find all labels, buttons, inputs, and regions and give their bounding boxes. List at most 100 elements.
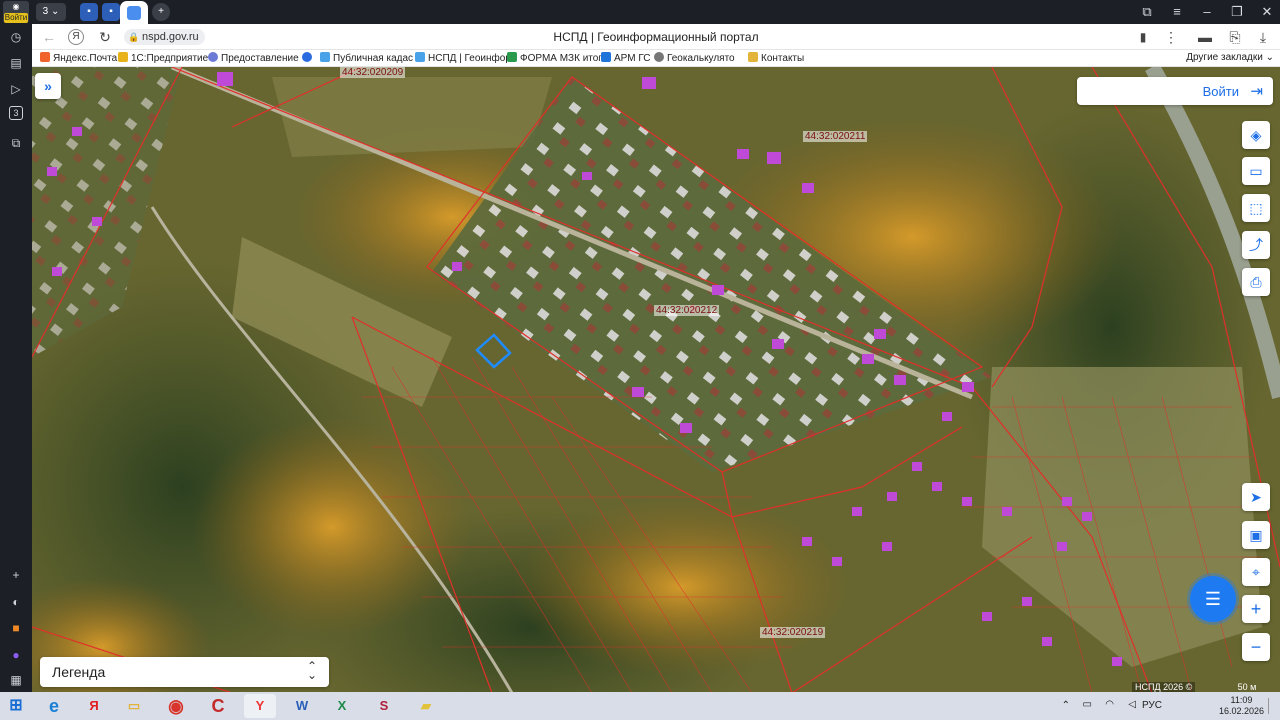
bookmark-item[interactable]: АРМ ГС (601, 52, 651, 65)
other-bookmarks-label: Другие закладки (1186, 52, 1263, 63)
profile-button[interactable]: ◉ Войти (3, 1, 29, 23)
keyboard-language[interactable]: РУС (1142, 700, 1162, 711)
tab-active-nspd[interactable] (120, 1, 148, 24)
select-area-icon[interactable]: ⬚ (1242, 194, 1270, 222)
excel-icon[interactable]: X (326, 694, 358, 718)
file-explorer-icon[interactable]: ▭ (118, 694, 150, 718)
cadastral-quarter-label[interactable]: 44:32:020209 (340, 67, 406, 78)
cadastral-quarter-label[interactable]: 44:32:020219 (760, 627, 826, 638)
contacts-icon (748, 52, 758, 62)
form-icon (507, 52, 517, 62)
profile-login-badge: Войти (4, 13, 28, 23)
chrome-icon[interactable]: ◉ (160, 694, 192, 718)
share-icon[interactable]: ⤴ (1242, 231, 1270, 259)
cadastral-quarter-label[interactable]: 44:32:020211 (803, 131, 868, 142)
add-panel-icon[interactable]: + (6, 565, 26, 585)
wifi-icon[interactable]: ◠ (1105, 699, 1114, 710)
tray-chevron-icon[interactable]: ⌃ (1062, 700, 1070, 711)
internet-explorer-icon[interactable]: e (38, 694, 70, 718)
bookmark-item[interactable]: Яндекс.Почта (40, 52, 117, 65)
cadastre-icon (320, 52, 330, 62)
more-icon[interactable]: ⋮ (1162, 28, 1180, 46)
bookmark-item[interactable]: НСПД | Геоинфор (415, 52, 511, 65)
notes-icon[interactable]: ▰ (410, 694, 442, 718)
browser-menu-icon[interactable]: ≡ (1166, 4, 1188, 19)
bookmark-item[interactable]: ФОРМА МЗК итог (507, 52, 602, 65)
bookmark-item[interactable] (302, 52, 315, 65)
reader-icon[interactable]: ⎘ (1226, 28, 1244, 46)
tab-list-icon[interactable]: ⧉ (1136, 4, 1158, 20)
panel-settings-icon[interactable]: ▦ (6, 670, 26, 690)
nspd-icon (415, 52, 425, 62)
geolocation-icon[interactable]: ➤ (1242, 483, 1270, 511)
zoom-in-button[interactable]: + (1242, 595, 1270, 623)
s-app-icon[interactable]: S (368, 694, 400, 718)
chat-icon[interactable]: ☰ (1190, 576, 1236, 622)
satellite-map-canvas[interactable] (32, 67, 1280, 693)
market-icon[interactable]: ■ (6, 618, 26, 638)
login-icon: ⇥ (1250, 83, 1263, 100)
yandex-browser-icon[interactable]: Y (244, 694, 276, 718)
bookmark-label: ФОРМА МЗК итог (520, 53, 602, 64)
tab-favicon-2[interactable]: ▪ (102, 3, 120, 21)
cadastral-quarter-label[interactable]: 44:32:020212 (654, 305, 720, 316)
assistant-icon[interactable]: ● (6, 645, 26, 665)
other-bookmarks-button[interactable]: Другие закладки ⌄ (1186, 52, 1274, 63)
nspd-favicon-icon (127, 6, 141, 20)
minimap-icon[interactable]: ▣ (1242, 521, 1270, 549)
ccleaner-icon[interactable]: C (202, 694, 234, 718)
map-viewport[interactable]: 44:32:020209 44:32:020211 44:32:020212 4… (32, 67, 1280, 693)
bookmark-label: Контакты (761, 53, 805, 64)
screenshot-icon[interactable]: ⧉ (6, 133, 26, 153)
tab-favicon-1[interactable]: ▪ (80, 3, 98, 21)
browser-side-rail: ◉ Войти ◷ ▤ ▷ 3 ⧉ + ◐ ■ ● ▦ (0, 0, 32, 692)
download-icon[interactable]: ⤓ (1254, 28, 1272, 46)
network-icon[interactable]: ▭ (1083, 699, 1092, 710)
alice-icon[interactable]: ◐ (6, 592, 26, 612)
search-location-icon[interactable]: ⌖ (1242, 558, 1270, 586)
bookmark-item[interactable]: Публичная кадас (320, 52, 413, 65)
restore-button[interactable]: ❐ (1226, 4, 1248, 20)
bookmark-item[interactable]: Предоставление (208, 52, 299, 65)
zoom-out-button[interactable]: − (1242, 633, 1270, 661)
minimize-button[interactable]: – (1196, 4, 1218, 19)
video-icon[interactable]: ▷ (6, 79, 26, 99)
history-icon[interactable]: ◷ (6, 27, 26, 47)
tab-group-count: 3 (42, 6, 49, 17)
close-window-button[interactable]: ✕ (1256, 4, 1278, 20)
show-desktop-button[interactable] (1268, 698, 1278, 714)
map-attribution: НСПД 2026 © (1132, 682, 1196, 692)
protect-icon[interactable]: ▬ (1196, 28, 1214, 46)
clock-date: 16.02.2026 (1218, 706, 1264, 716)
login-button[interactable]: Войти ⇥ (1077, 77, 1273, 105)
legend-label: Легенда (52, 664, 106, 680)
legend-dropdown[interactable]: Легенда ⌃ ⌄ (40, 657, 329, 687)
bookmark-label: НСПД | Геоинфор (428, 53, 511, 64)
chevron-updown-icon: ⌃ ⌄ (306, 659, 317, 682)
bookmark-label: 1С:Предприятие (131, 53, 209, 64)
calculator-icon (654, 52, 664, 62)
bookmark-item[interactable]: Контакты (748, 52, 804, 65)
word-icon[interactable]: W (286, 694, 318, 718)
layers-icon[interactable]: ◈ (1242, 121, 1270, 149)
bookmark-icon[interactable]: ▮ (1134, 28, 1152, 46)
tabs-counter-icon[interactable]: 3 (9, 106, 23, 120)
bookmark-item[interactable]: Геокалькулято (654, 52, 735, 65)
ruler-icon[interactable]: ▭ (1242, 157, 1270, 185)
arm-icon (601, 52, 611, 62)
clock[interactable]: 11:09 16.02.2026 (1219, 695, 1264, 717)
bookmark-item[interactable]: 1С:Предприятие (118, 52, 208, 65)
print-icon[interactable]: ⎙ (1242, 268, 1270, 296)
login-label: Войти (1202, 84, 1239, 99)
clock-time: 11:09 (1230, 695, 1253, 705)
expand-panel-button[interactable]: » (35, 73, 61, 99)
taskbar: ⊞ e Я ▭ ◉ C Y W X S ▰ ⌃ ▭ ◠ ◁ РУС 11:09 … (0, 692, 1280, 720)
windows-start-icon[interactable]: ⊞ (0, 694, 32, 718)
new-tab-button[interactable]: + (152, 3, 170, 21)
yandex-icon[interactable]: Я (78, 694, 110, 718)
bookmark-label: Предоставление (221, 53, 299, 64)
collections-icon[interactable]: ▤ (6, 53, 26, 73)
volume-icon[interactable]: ◁ (1128, 699, 1136, 710)
tab-group-button[interactable]: 3 ⌄ (36, 3, 66, 21)
address-bar: ← Я ↻ nspd.gov.ru НСПД | Геоинформационн… (32, 24, 1280, 50)
